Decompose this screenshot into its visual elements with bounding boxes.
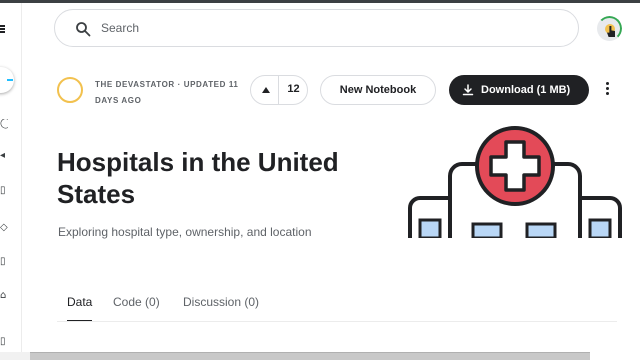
new-notebook-button[interactable]: New Notebook <box>320 75 436 105</box>
dataset-icon[interactable]: ▯ <box>0 186 8 196</box>
download-label: Download (1 MB) <box>481 84 571 96</box>
dataset-tabs: Data Code (0) Discussion (0) <box>57 292 617 322</box>
left-nav-rail: ◯ ◂ ▯ ◇ ▯ ⌂ ▯ <box>0 3 22 352</box>
more-nav-icon[interactable]: ▯ <box>0 337 8 347</box>
page-title: Hospitals in the United States <box>57 147 339 209</box>
tab-code[interactable]: Code (0) <box>113 292 160 322</box>
page-subtitle: Exploring hospital type, ownership, and … <box>58 225 312 239</box>
vote-count: 12 <box>287 83 300 95</box>
discussion-icon[interactable]: ▯ <box>0 257 8 267</box>
window-top-bar <box>0 0 640 3</box>
compass-icon[interactable]: ◯ <box>0 119 8 129</box>
owner-meta: THE DEVASTATOR · UPDATED 11 DAYS AGO <box>95 80 239 105</box>
download-icon <box>462 84 474 96</box>
avatar[interactable] <box>597 16 622 41</box>
upvote-button[interactable]: 12 <box>250 75 308 105</box>
download-button[interactable]: Download (1 MB) <box>449 75 589 105</box>
search-bar[interactable] <box>54 9 579 47</box>
more-options-icon[interactable] <box>600 80 614 100</box>
menu-icon[interactable] <box>0 25 5 33</box>
learn-icon[interactable]: ⌂ <box>0 291 8 301</box>
create-button[interactable] <box>0 67 14 93</box>
upvote-arrow-icon <box>262 87 270 93</box>
tabs-divider <box>57 321 617 322</box>
hospital-icon <box>408 126 622 238</box>
horizontal-scrollbar[interactable] <box>30 352 590 360</box>
tab-discussion[interactable]: Discussion (0) <box>183 292 259 322</box>
trophy-icon[interactable]: ◂ <box>0 151 8 161</box>
scrollbar-track-start <box>0 352 30 360</box>
search-icon <box>76 22 91 37</box>
code-icon[interactable]: ◇ <box>0 223 8 233</box>
tab-data[interactable]: Data <box>67 292 93 322</box>
owner-avatar[interactable] <box>57 77 83 103</box>
search-input[interactable] <box>101 18 541 38</box>
